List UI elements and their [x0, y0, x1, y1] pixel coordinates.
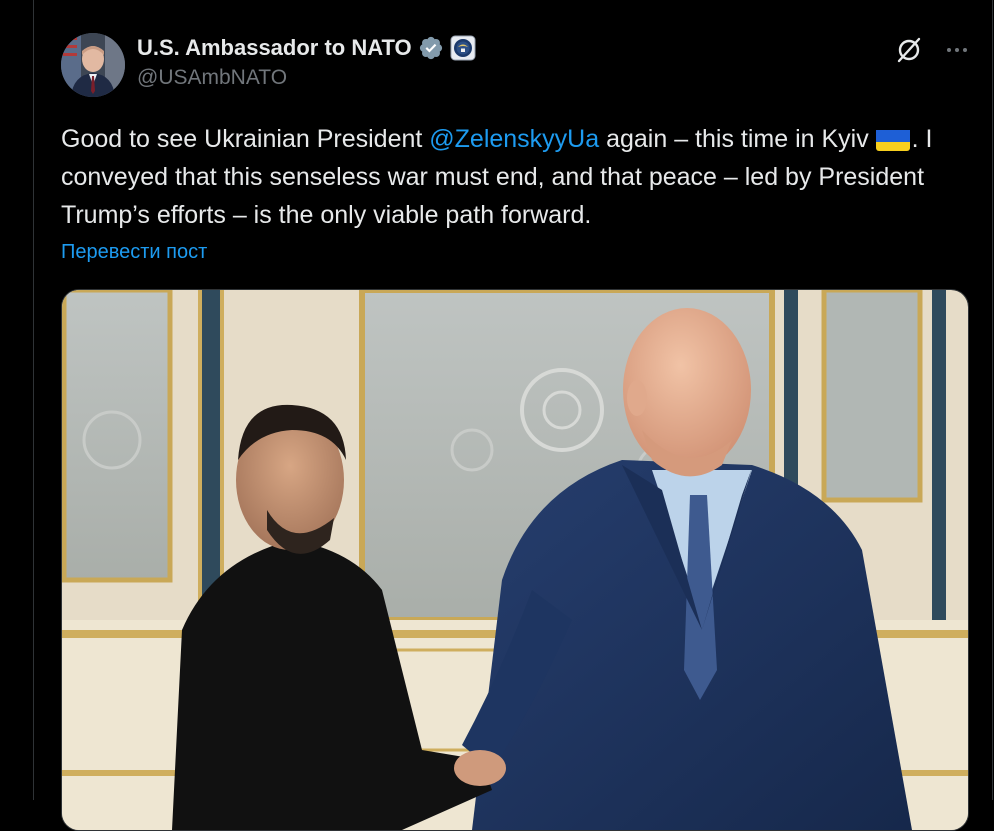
- avatar-photo-icon: [61, 33, 125, 97]
- government-seal-icon[interactable]: [450, 35, 476, 61]
- mention-link[interactable]: @ZelenskyyUa: [429, 125, 599, 153]
- translate-post-link[interactable]: Перевести пост: [61, 241, 207, 264]
- verified-badge-icon[interactable]: [418, 35, 444, 61]
- tweet-photo[interactable]: [61, 289, 969, 831]
- photo-image-icon: [62, 290, 968, 830]
- timeline-border-right: [992, 0, 993, 800]
- ukraine-flag-icon: [875, 127, 910, 151]
- author-display-name[interactable]: U.S. Ambassador to NATO: [137, 35, 412, 61]
- tweet-header: U.S. Ambassador to NATO @USAmbNATO: [137, 34, 894, 90]
- timeline-border-left: [33, 0, 34, 800]
- tweet-text-part: Good to see Ukrainian President: [61, 125, 430, 153]
- tweet-top-actions: [893, 34, 973, 66]
- grok-icon[interactable]: [893, 34, 925, 66]
- tweet-text: Good to see Ukrainian President @Zelensk…: [61, 120, 976, 234]
- more-options-icon[interactable]: [941, 34, 973, 66]
- tweet-text-part: again – this time in Kyiv: [599, 125, 876, 153]
- author-avatar[interactable]: [61, 33, 125, 97]
- author-handle[interactable]: @USAmbNATO: [137, 66, 894, 90]
